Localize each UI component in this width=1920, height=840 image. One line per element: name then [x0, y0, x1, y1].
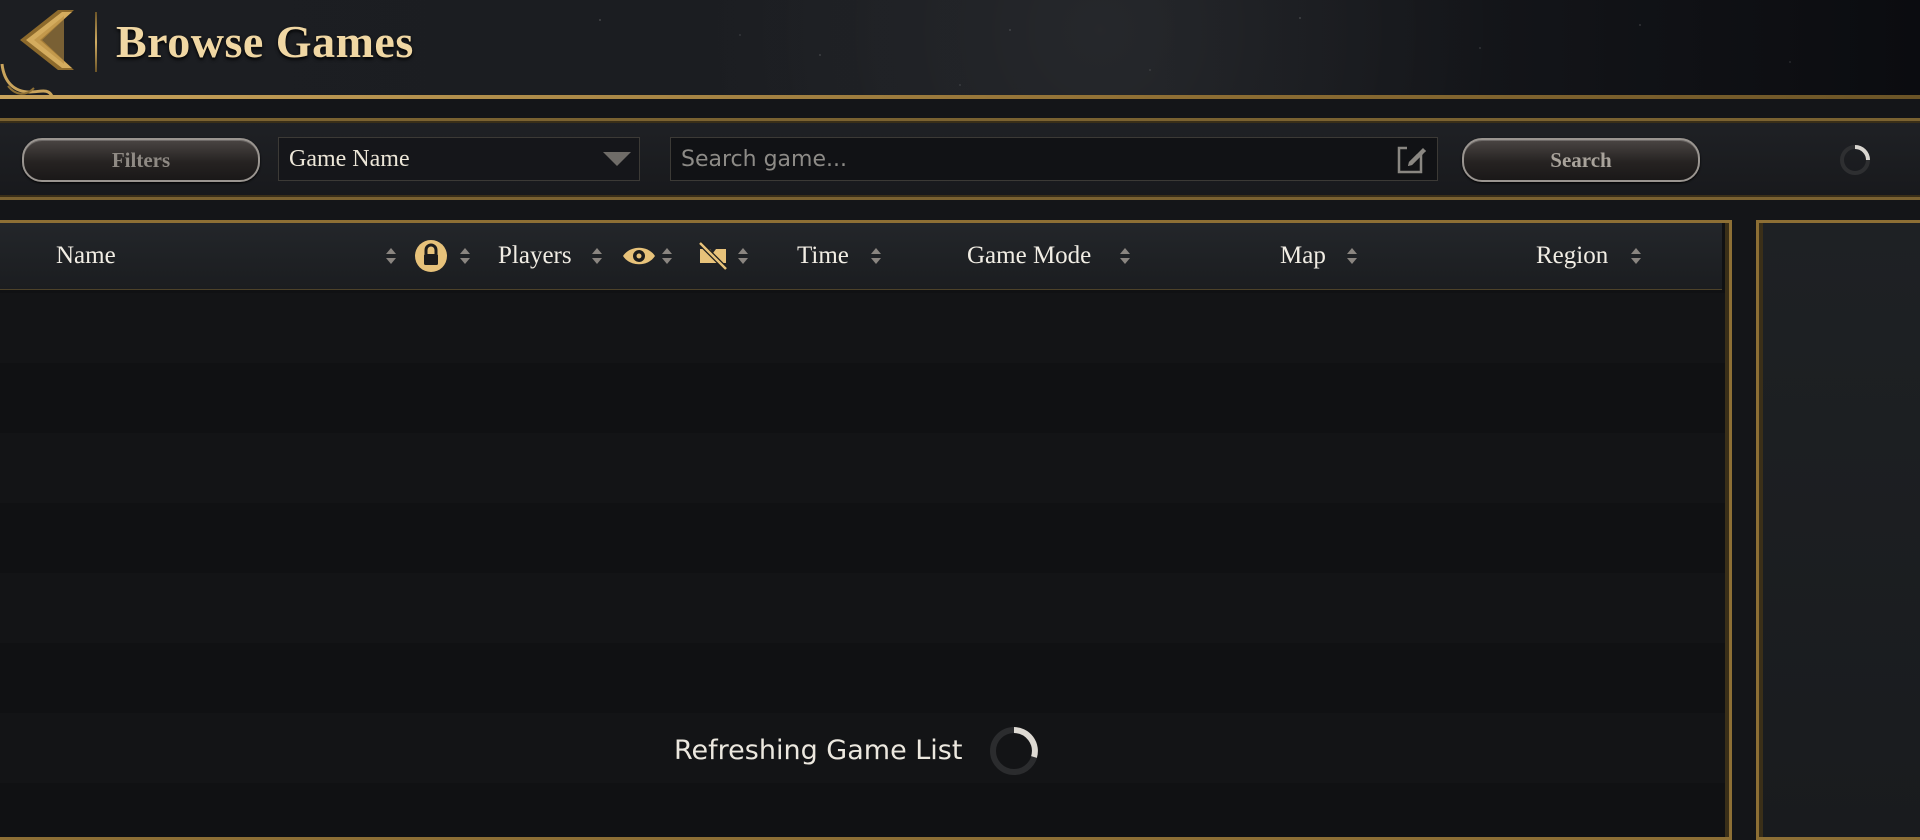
column-header-time[interactable]: Time [797, 223, 849, 289]
sort-icon[interactable] [738, 248, 748, 264]
page-title: Browse Games [116, 16, 414, 67]
loading-status-text: Refreshing Game List [674, 735, 963, 766]
column-label: Name [56, 242, 116, 269]
search-field-select[interactable]: Game Name [278, 137, 640, 181]
filters-button[interactable]: Filters [22, 138, 260, 182]
chevron-down-icon [603, 152, 631, 166]
column-header-spectators[interactable] [622, 223, 656, 289]
column-label: Region [1536, 242, 1609, 269]
lock-icon [415, 240, 447, 272]
mods-disabled-icon [698, 241, 728, 271]
sort-icon[interactable] [662, 248, 672, 264]
column-label: Time [797, 242, 849, 269]
sort-icon[interactable] [386, 248, 396, 264]
column-label: Players [498, 242, 572, 269]
sort-icon[interactable] [1120, 248, 1130, 264]
sort-icon[interactable] [592, 248, 602, 264]
loading-spinner-icon [990, 727, 1038, 775]
header-divider [0, 95, 1920, 99]
column-header-mods[interactable] [696, 223, 730, 289]
search-button[interactable]: Search [1462, 138, 1700, 182]
eye-icon [623, 247, 655, 265]
search-field-select-value: Game Name [289, 145, 410, 172]
sort-icon[interactable] [871, 248, 881, 264]
sort-icon[interactable] [1347, 248, 1357, 264]
sort-icon[interactable] [460, 248, 470, 264]
search-input[interactable] [671, 138, 1395, 180]
edit-icon [1397, 146, 1426, 174]
column-header-locked[interactable] [414, 223, 448, 289]
column-label: Game Mode [967, 242, 1092, 269]
column-header-players[interactable]: Players [498, 223, 572, 289]
column-header-name[interactable]: Name [56, 223, 116, 289]
title-divider [95, 12, 97, 72]
loading-spinner-icon [1840, 145, 1870, 175]
search-box [670, 137, 1438, 181]
column-header-region[interactable]: Region [1536, 223, 1608, 289]
column-header-map[interactable]: Map [1280, 223, 1326, 289]
header-bar: Browse Games [0, 0, 1920, 99]
game-details-panel [1756, 220, 1920, 840]
game-list-panel: Name Players Time Game Mode Map Region R… [0, 220, 1732, 840]
column-label: Map [1280, 242, 1326, 269]
column-header-game-mode[interactable]: Game Mode [967, 223, 1091, 289]
search-toolbar: Filters Game Name Search [0, 118, 1920, 200]
table-header: Name Players Time Game Mode Map Region [0, 223, 1722, 290]
sort-icon[interactable] [1631, 248, 1641, 264]
